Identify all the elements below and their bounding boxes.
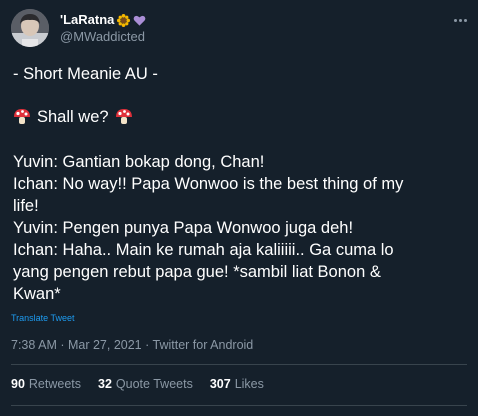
tweet-text-line: Ichan: Haha.. Main ke rumah aja kaliiiii… <box>13 241 394 259</box>
divider <box>11 364 467 365</box>
tweet-text-line: life! <box>13 197 39 215</box>
avatar[interactable] <box>11 9 49 47</box>
author-name-row[interactable]: 'LaRatna <box>60 12 146 28</box>
tweet-text-line: yang pengen rebut papa gue! *sambil liat… <box>13 263 381 281</box>
avatar-image <box>11 9 49 47</box>
tweet-text-line: Yuvin: Pengen punya Papa Wonwoo juga deh… <box>13 219 354 237</box>
likes-stat[interactable]: 307 Likes <box>210 377 264 392</box>
mushroom-icon <box>115 108 133 126</box>
shall-we-text: Shall we? <box>37 108 109 126</box>
likes-count: 307 <box>209 377 231 391</box>
tweet-shall-we-line: Shall we? <box>13 106 133 128</box>
likes-label: Likes <box>234 377 264 391</box>
tweet-text-line: Ichan: No way!! Papa Wonwoo is the best … <box>13 175 404 193</box>
translate-tweet-link[interactable]: Translate Tweet <box>11 313 75 324</box>
author-display-name[interactable]: 'LaRatna <box>60 12 114 28</box>
tweet-text-line: Kwan* <box>13 285 61 303</box>
tweet-title-line: - Short Meanie AU - <box>13 65 158 83</box>
retweets-label: Retweets <box>28 377 82 391</box>
author-handle[interactable]: @MWaddicted <box>60 29 145 44</box>
more-options-icon[interactable] <box>448 10 472 30</box>
tweet-text-line: Yuvin: Gantian bokap dong, Chan! <box>13 153 265 171</box>
quote-tweets-stat[interactable]: 32 Quote Tweets <box>98 377 193 392</box>
mushroom-icon <box>13 108 31 126</box>
retweets-count: 90 <box>11 377 25 391</box>
retweets-stat[interactable]: 90 Retweets <box>11 377 81 392</box>
tweet-card: 'LaRatna @MWaddicted - Short Meanie AU - <box>0 0 478 416</box>
quote-tweets-count: 32 <box>98 377 112 391</box>
divider <box>11 405 467 406</box>
engagement-stats: 90 Retweets 32 Quote Tweets 307 Likes <box>11 377 264 392</box>
tweet-timestamp[interactable]: 7:38 AM · Mar 27, 2021 · Twitter for And… <box>11 338 253 353</box>
sunflower-icon <box>117 13 131 27</box>
purple-heart-icon <box>133 14 146 27</box>
quote-tweets-label: Quote Tweets <box>115 377 193 391</box>
